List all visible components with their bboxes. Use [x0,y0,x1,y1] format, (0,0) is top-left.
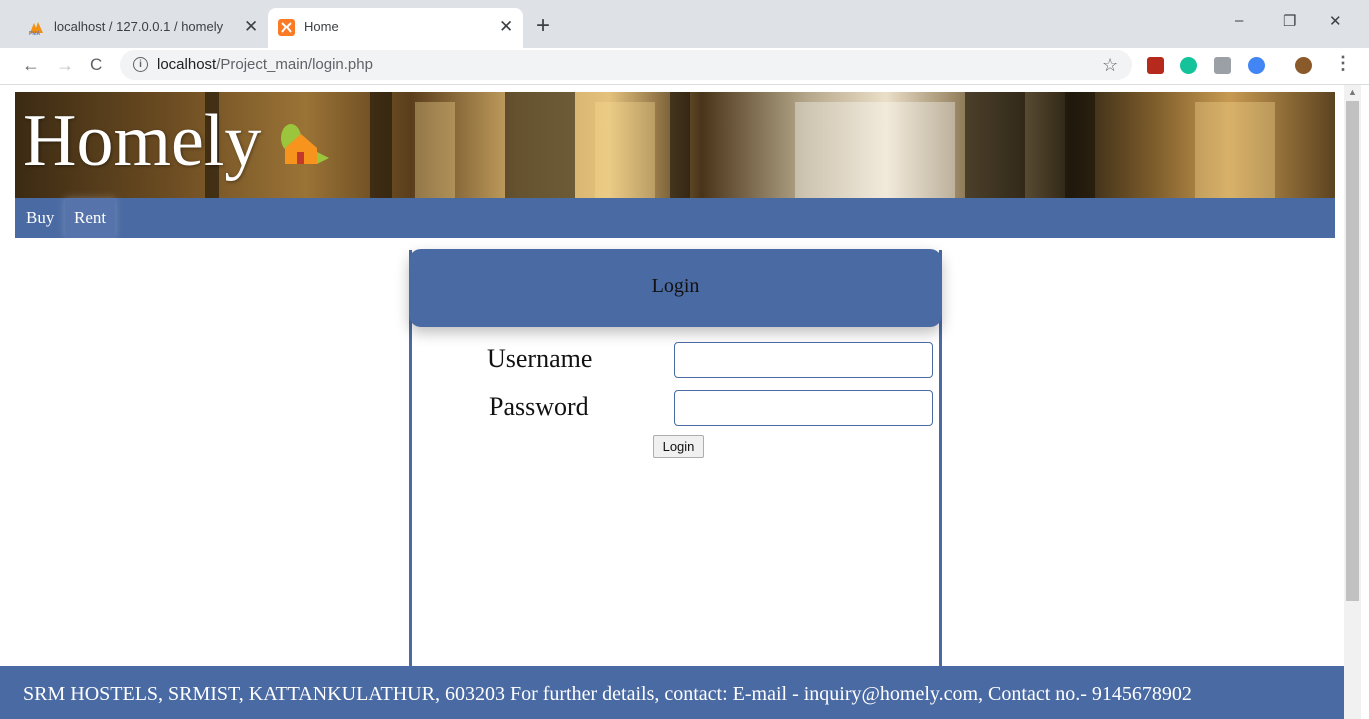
tab-phpmyadmin[interactable]: PMA localhost / 127.0.0.1 / homely / u ✕ [18,8,268,48]
browser-toolbar: ← → C i localhost/Project_main/login.php… [0,48,1369,85]
username-label: Username [487,344,593,373]
header-banner: Homely [15,92,1335,198]
svg-text:PMA: PMA [29,31,41,36]
new-tab-button[interactable]: + [536,13,550,39]
page-scrollbar[interactable]: ▲ [1344,85,1361,719]
url-path: /Project_main/login.php [216,56,373,73]
login-title: Login [651,275,700,297]
footer: SRM HOSTELS, SRMIST, KATTANKULATHUR, 603… [0,666,1344,719]
nav-rent-link[interactable]: Rent [65,198,116,238]
back-icon[interactable]: ← [22,53,40,77]
browser-tab-bar: PMA localhost / 127.0.0.1 / homely / u ✕… [0,0,1369,48]
address-bar[interactable]: i localhost/Project_main/login.php [120,50,1132,80]
browser-menu-icon[interactable]: ⋮ [1334,53,1352,74]
nav-buy-link[interactable]: Buy [17,198,63,238]
tab-title: localhost / 127.0.0.1 / homely / u [54,19,224,34]
extension-icon[interactable] [1248,57,1265,74]
profile-avatar[interactable] [1295,57,1312,74]
xampp-icon [278,19,295,36]
password-input[interactable] [674,390,933,426]
tab-home[interactable]: Home ✕ [268,8,523,48]
tab-close-icon[interactable]: ✕ [244,17,258,37]
login-button[interactable]: Login [653,435,704,458]
house-logo-icon [281,124,329,164]
phpmyadmin-icon: PMA [29,22,43,36]
footer-text: SRM HOSTELS, SRMIST, KATTANKULATHUR, 603… [23,683,1192,705]
grammarly-icon[interactable] [1180,57,1197,74]
pdf-extension-icon[interactable] [1147,57,1164,74]
restore-icon[interactable]: ❐ [1283,12,1296,30]
reload-icon[interactable]: C [90,53,102,77]
copy-extension-icon[interactable] [1214,57,1231,74]
url-text: localhost/Project_main/login.php [157,56,373,73]
password-label: Password [489,392,589,421]
tab-close-icon[interactable]: ✕ [499,17,513,37]
window-close-icon[interactable]: ✕ [1329,12,1342,30]
login-header: Login [409,249,942,327]
forward-icon[interactable]: → [56,53,74,77]
url-host: localhost [157,56,217,73]
tab-title: Home [304,19,339,34]
info-icon[interactable]: i [133,57,148,72]
minimize-icon[interactable]: – [1235,12,1243,29]
site-logo-text[interactable]: Homely [23,98,261,184]
username-input[interactable] [674,342,933,378]
scroll-up-icon[interactable]: ▲ [1348,87,1357,97]
scrollbar-thumb[interactable] [1346,101,1359,601]
bookmark-star-icon[interactable]: ☆ [1102,55,1118,76]
main-nav: Buy Rent [15,198,1335,238]
